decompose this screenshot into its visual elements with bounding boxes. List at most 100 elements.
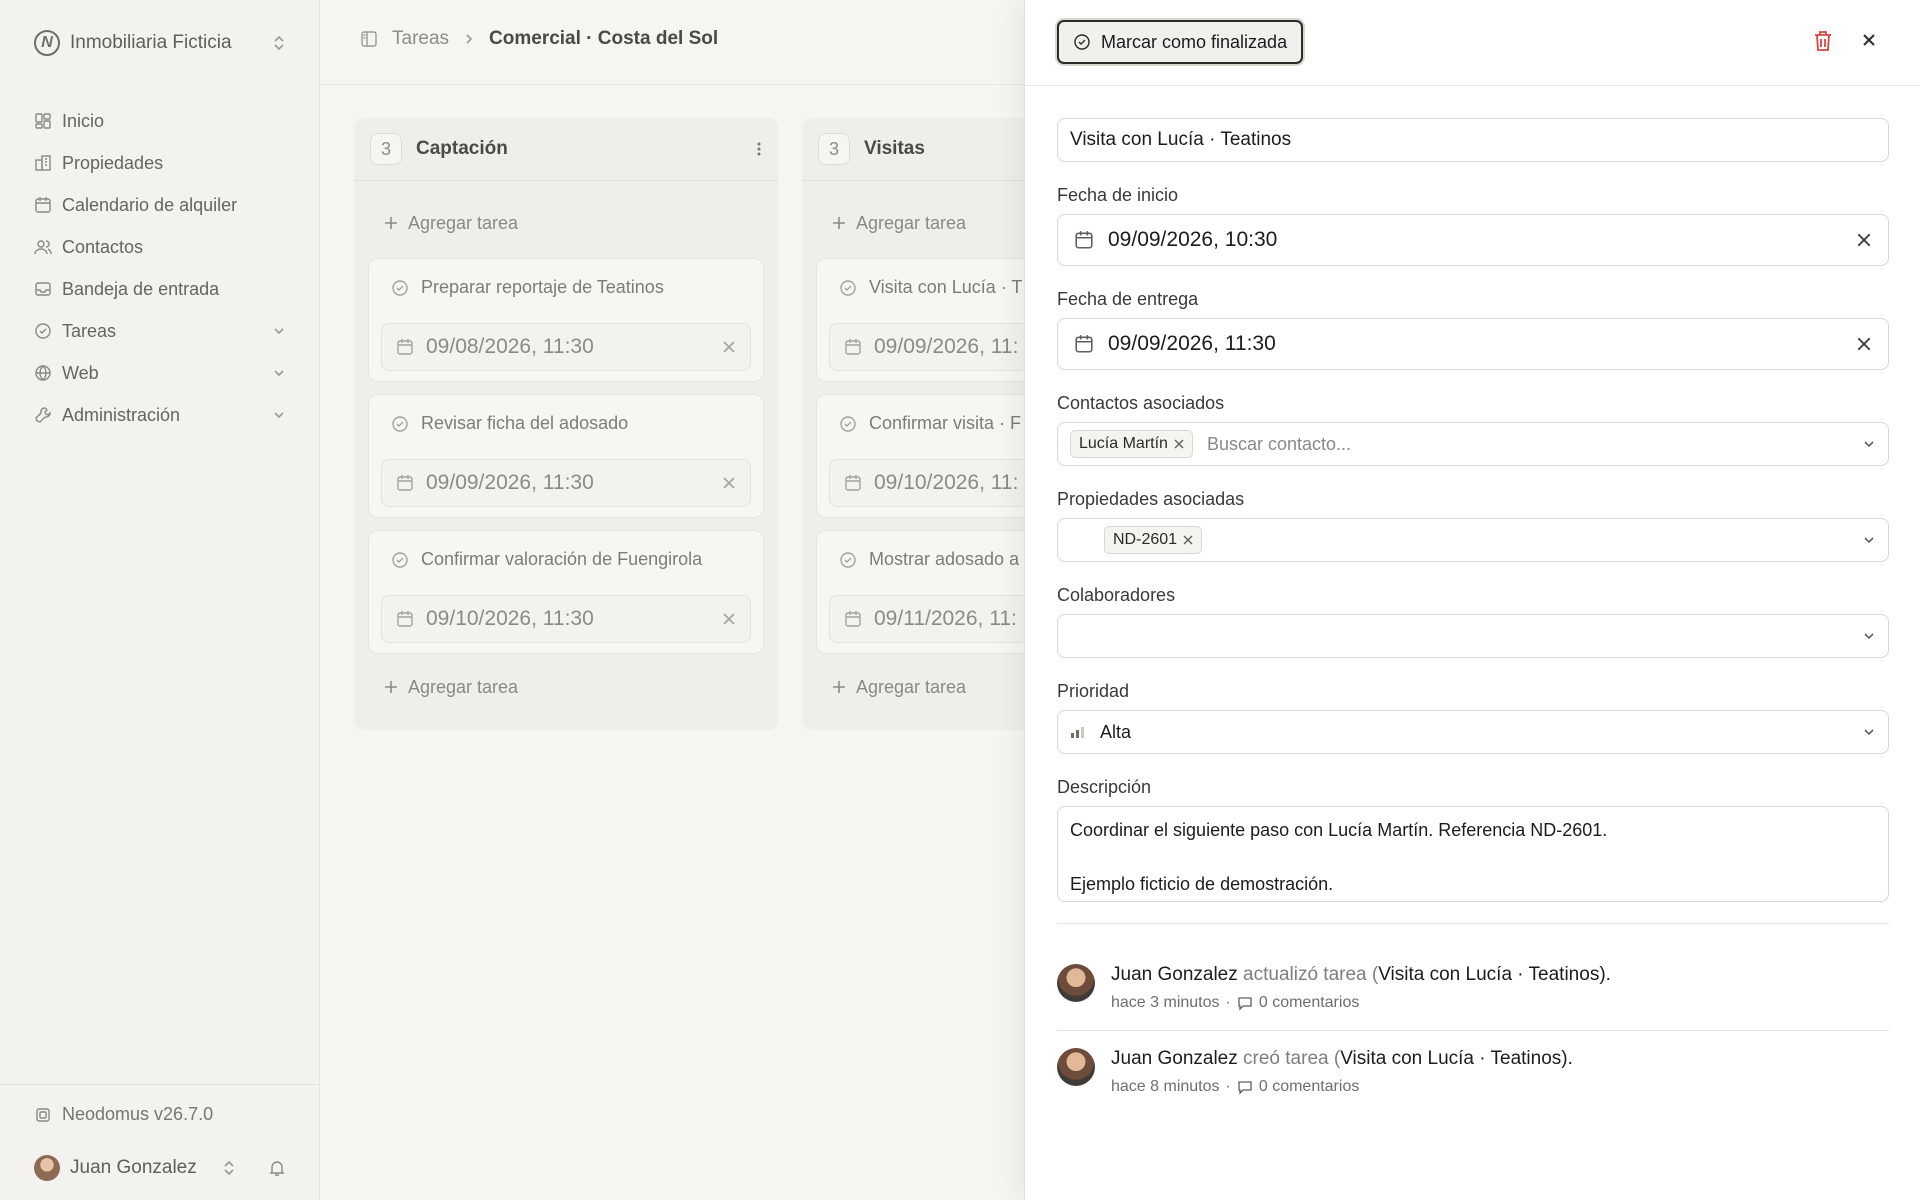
- nav-item-tareas[interactable]: Tareas: [34, 310, 286, 352]
- sidebar-toggle-icon[interactable]: [360, 30, 378, 48]
- clear-icon[interactable]: [722, 476, 736, 490]
- user-name: Juan Gonzalez: [70, 1157, 197, 1178]
- task-card[interactable]: Confirmar valoración de Fuengirola 09/10…: [368, 530, 764, 654]
- properties-label: Propiedades asociadas: [1057, 489, 1245, 509]
- chevron-down-icon[interactable]: [1862, 533, 1876, 547]
- nav-item-propiedades[interactable]: Propiedades: [34, 142, 286, 184]
- task-date-field[interactable]: 09/10/2026, 11:30: [381, 595, 751, 643]
- add-task-button[interactable]: Agregar tarea: [384, 208, 518, 238]
- start-date-field[interactable]: 09/09/2026, 10:30: [1057, 214, 1889, 266]
- activity-end: ).: [1599, 964, 1611, 985]
- activity-task[interactable]: Visita con Lucía · Teatinos: [1378, 964, 1599, 985]
- divider: [0, 1084, 320, 1085]
- add-task-button[interactable]: Agregar tarea: [832, 672, 966, 702]
- task-title: Preparar reportaje de Teatinos: [421, 277, 664, 297]
- user-menu[interactable]: Juan Gonzalez: [34, 1152, 286, 1184]
- collaborators-select[interactable]: [1057, 614, 1889, 658]
- mark-finished-button[interactable]: Marcar como finalizada: [1057, 20, 1304, 64]
- nav-label: Bandeja de entrada: [62, 278, 220, 299]
- package-icon: [34, 1106, 52, 1124]
- contact-chip: Lucía Martín: [1070, 430, 1193, 458]
- activity-comments[interactable]: 0 comentarios: [1259, 1078, 1360, 1096]
- task-card[interactable]: Revisar ficha del adosado 09/09/2026, 11…: [368, 394, 764, 518]
- nav-item-web[interactable]: Web: [34, 352, 286, 394]
- task-date-field[interactable]: 09/09/2026, 11:30: [381, 459, 751, 507]
- check-circle-icon[interactable]: [391, 415, 409, 433]
- nav-item-contactos[interactable]: Contactos: [34, 226, 286, 268]
- inbox-icon: [34, 280, 52, 298]
- contact-chip-label: Lucía Martín: [1079, 435, 1168, 452]
- app-version: Neodomus v26.7.0: [34, 1104, 213, 1125]
- nav-item-bandeja[interactable]: Bandeja de entrada: [34, 268, 286, 310]
- add-task-label: Agregar tarea: [856, 212, 967, 233]
- more-vertical-icon[interactable]: [756, 140, 762, 158]
- breadcrumb-parent[interactable]: Tareas: [392, 28, 449, 50]
- chevron-down-icon[interactable]: [272, 408, 286, 422]
- nav-label: Contactos: [62, 236, 144, 257]
- calendar-icon: [1074, 230, 1094, 250]
- trash-icon[interactable]: [1813, 30, 1833, 52]
- chevron-down-icon[interactable]: [1862, 629, 1876, 643]
- description-label: Descripción: [1057, 777, 1152, 797]
- divider: [1057, 1030, 1889, 1031]
- chevron-up-down-icon: [222, 1159, 236, 1177]
- start-date-label: Fecha de inicio: [1057, 185, 1179, 205]
- activity-user[interactable]: Juan Gonzalez: [1111, 1048, 1238, 1069]
- due-date-field[interactable]: 09/09/2026, 11:30: [1057, 318, 1889, 370]
- comment-icon: [1237, 1079, 1253, 1095]
- due-date-label: Fecha de entrega: [1057, 289, 1199, 309]
- activity-verb: creó tarea (: [1243, 1048, 1341, 1069]
- task-date: 09/08/2026, 11:30: [426, 335, 594, 358]
- check-circle-icon[interactable]: [839, 551, 857, 569]
- add-task-button[interactable]: Agregar tarea: [832, 208, 966, 238]
- activity-verb: actualizó tarea (: [1243, 964, 1379, 985]
- remove-icon[interactable]: [1183, 535, 1193, 545]
- clear-icon[interactable]: [1856, 232, 1872, 248]
- check-circle-icon[interactable]: [391, 551, 409, 569]
- dashboard-icon: [34, 112, 52, 130]
- task-card[interactable]: Preparar reportaje de Teatinos 09/08/202…: [368, 258, 764, 382]
- activity-end: ).: [1561, 1048, 1573, 1069]
- clear-icon[interactable]: [1856, 336, 1872, 352]
- contact-search-input[interactable]: Buscar contacto...: [1207, 434, 1854, 455]
- clear-icon[interactable]: [722, 612, 736, 626]
- close-icon[interactable]: [1859, 30, 1879, 50]
- chevron-down-icon[interactable]: [272, 366, 286, 380]
- nav-item-calendario[interactable]: Calendario de alquiler: [34, 184, 286, 226]
- contacts-select[interactable]: Lucía Martín Buscar contacto...: [1057, 422, 1889, 466]
- start-date-value: 09/09/2026, 10:30: [1108, 228, 1278, 251]
- check-circle-icon[interactable]: [839, 415, 857, 433]
- properties-select[interactable]: ND-2601: [1057, 518, 1889, 562]
- chevron-down-icon[interactable]: [1862, 437, 1876, 451]
- clear-icon[interactable]: [722, 340, 736, 354]
- activity-comments[interactable]: 0 comentarios: [1259, 994, 1360, 1012]
- add-task-button[interactable]: Agregar tarea: [384, 672, 518, 702]
- chevron-down-icon[interactable]: [1862, 725, 1876, 739]
- property-chip-label: ND-2601: [1113, 531, 1178, 548]
- building-icon: [34, 154, 52, 172]
- nav-item-administracion[interactable]: Administración: [34, 394, 286, 436]
- activity-user[interactable]: Juan Gonzalez: [1111, 964, 1238, 985]
- task-title-input[interactable]: Visita con Lucía · Teatinos: [1057, 118, 1889, 162]
- calendar-icon: [844, 338, 862, 356]
- collaborators-label: Colaboradores: [1057, 585, 1176, 605]
- due-date-value: 09/09/2026, 11:30: [1108, 332, 1276, 355]
- nav-label: Tareas: [62, 320, 117, 341]
- check-circle-icon[interactable]: [839, 279, 857, 297]
- chevron-down-icon[interactable]: [272, 324, 286, 338]
- chevron-right-icon: [463, 32, 475, 46]
- activity-time: hace 3 minutos: [1111, 994, 1220, 1011]
- task-date-field[interactable]: 09/08/2026, 11:30: [381, 323, 751, 371]
- check-circle-icon[interactable]: [391, 279, 409, 297]
- column-title: Captación: [416, 138, 508, 159]
- breadcrumb-current: Comercial · Costa del Sol: [489, 28, 719, 49]
- nav-item-inicio[interactable]: Inicio: [34, 100, 286, 142]
- priority-value: Alta: [1100, 721, 1132, 742]
- org-switcher[interactable]: N Inmobiliaria Ficticia: [34, 28, 286, 58]
- description-textarea[interactable]: Coordinar el siguiente paso con Lucía Ma…: [1057, 806, 1889, 902]
- nav-label: Propiedades: [62, 152, 164, 173]
- bell-icon[interactable]: [268, 1159, 286, 1177]
- priority-select[interactable]: Alta: [1057, 710, 1889, 754]
- remove-icon[interactable]: [1174, 439, 1184, 449]
- activity-task[interactable]: Visita con Lucía · Teatinos: [1340, 1048, 1561, 1069]
